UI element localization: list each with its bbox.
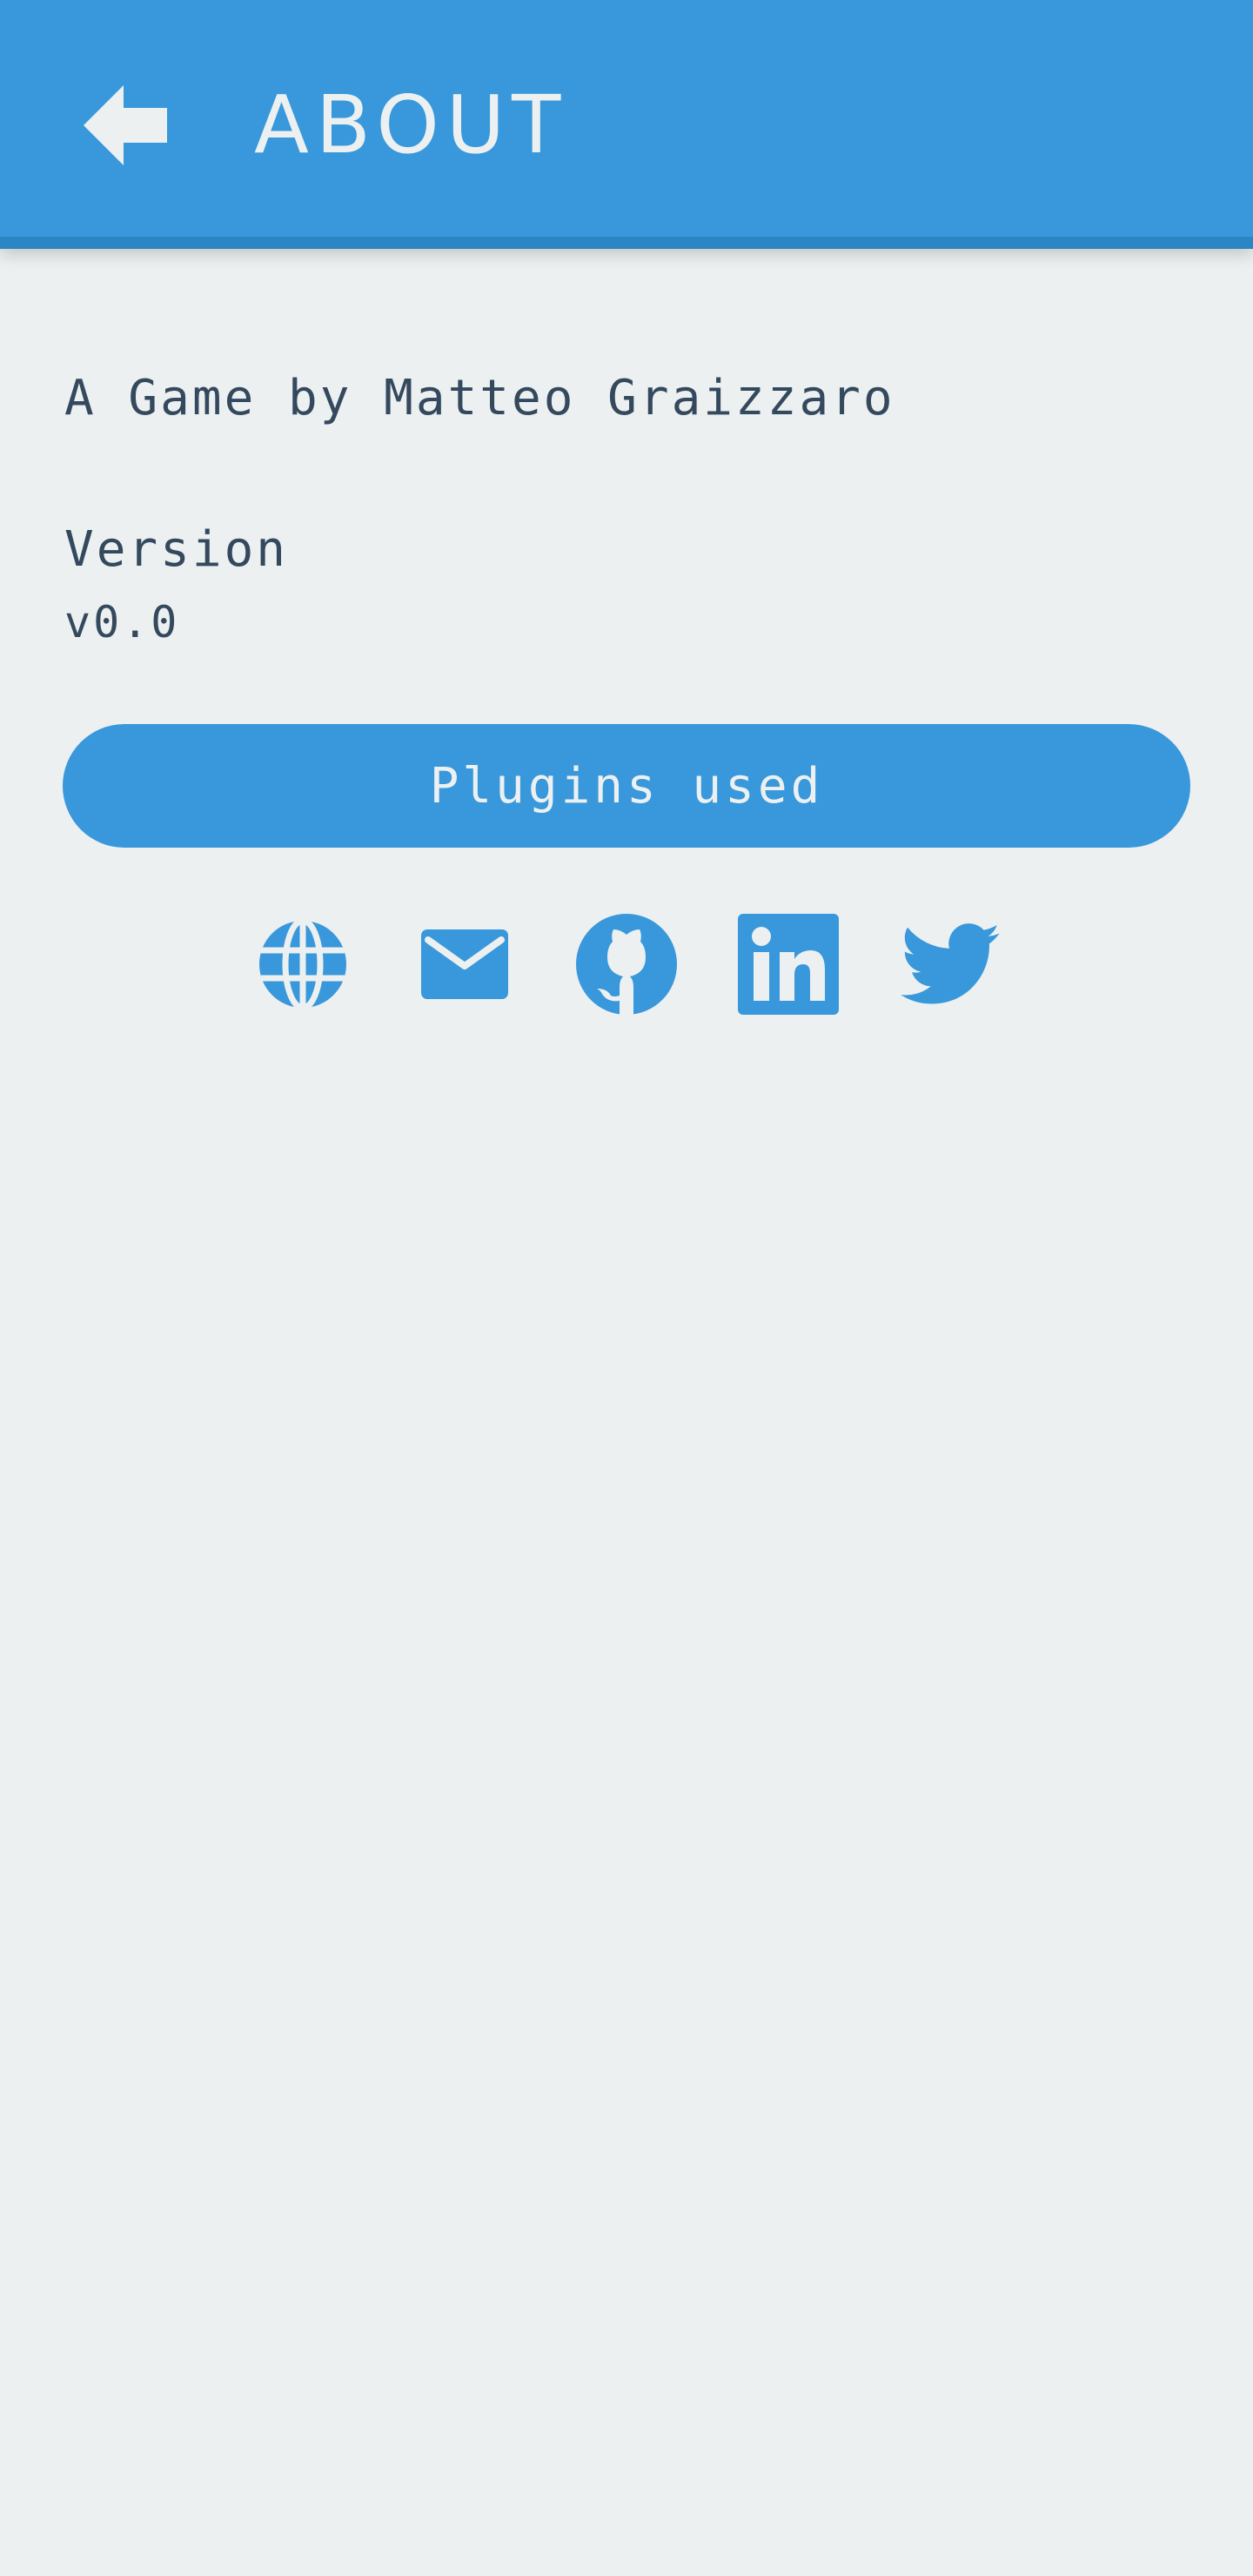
github-icon <box>576 914 677 1015</box>
back-button[interactable] <box>71 73 176 178</box>
app-bar: ABOUT <box>0 0 1253 249</box>
author-credit: A Game by Matteo Graizzaro <box>64 370 895 426</box>
linkedin-link[interactable] <box>734 910 842 1018</box>
github-link[interactable] <box>573 910 680 1018</box>
globe-icon <box>259 917 346 1011</box>
plugins-used-button[interactable]: Plugins used <box>63 724 1190 848</box>
email-icon <box>421 929 508 999</box>
arrow-left-icon <box>84 85 167 165</box>
email-link[interactable] <box>411 910 519 1018</box>
page-title: ABOUT <box>254 78 568 171</box>
website-link[interactable] <box>249 910 357 1018</box>
social-links <box>0 910 1253 1023</box>
linkedin-icon <box>738 914 839 1015</box>
version-value: v0.0 <box>64 597 180 647</box>
version-label: Version <box>64 521 289 578</box>
twitter-icon <box>901 923 1000 1004</box>
twitter-link[interactable] <box>896 910 1004 1018</box>
